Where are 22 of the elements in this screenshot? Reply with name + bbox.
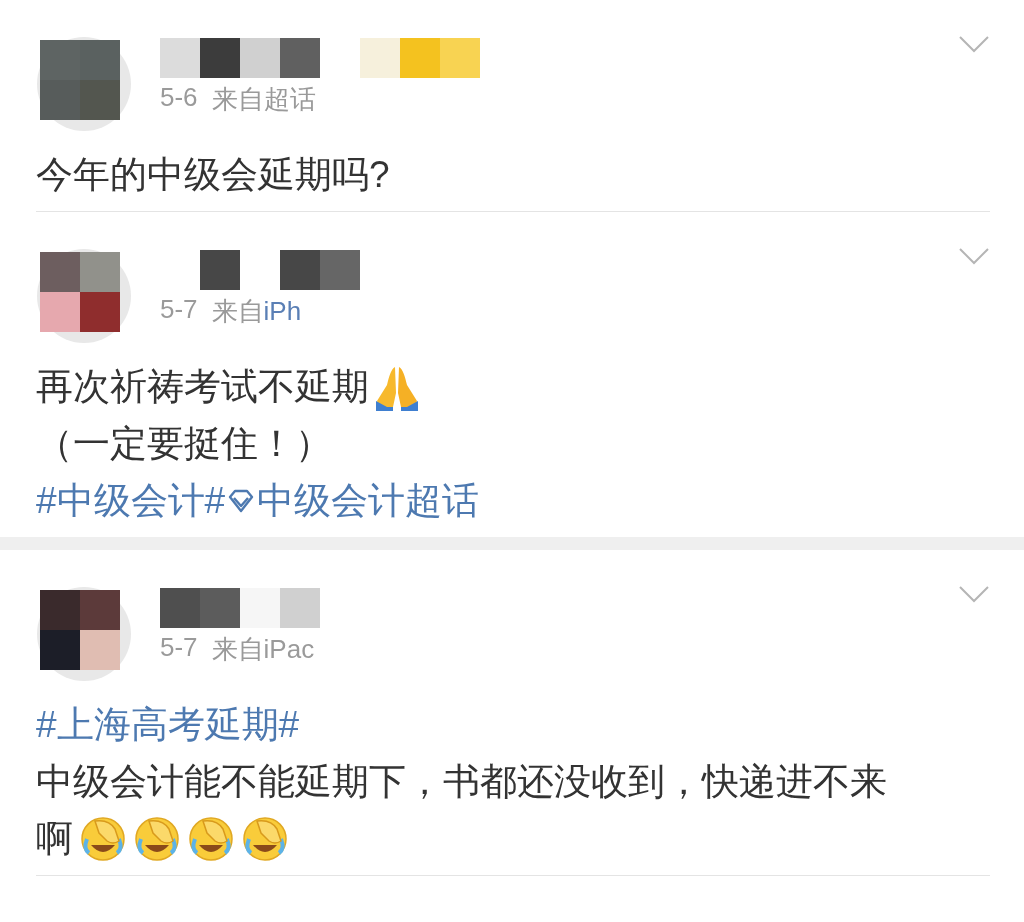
post-text: 中级会计能不能延期下，书都还没收到，快递进不来 [36,760,887,804]
post-source: 来自iPh [211,295,302,328]
hashtag-link[interactable]: #中级会计# [36,472,226,529]
laughing-face-icon [79,814,127,863]
laughing-face-icon [133,814,181,863]
post-text: 今年的中级会延期吗? [36,153,390,197]
post-text: （一定要挺住！） [36,422,332,466]
post-source: 来自超话 [211,83,316,116]
post-text: 啊 [36,817,73,861]
post-date: 5-7 [160,632,198,664]
laughing-face-icon [241,814,289,863]
diamond-icon [227,487,256,514]
chevron-down-icon[interactable] [958,246,990,266]
post-date: 5-6 [160,82,198,114]
post-date: 5-7 [160,294,198,326]
super-topic-link[interactable]: 中级会计超话 [225,472,480,529]
post-source: 来自iPac [211,633,315,666]
hashtag-link[interactable]: #上海高考延期# [36,696,300,753]
chevron-down-icon[interactable] [958,584,990,604]
post-text: 再次祈祷考试不延期 [36,365,369,409]
chevron-down-icon[interactable] [958,34,990,54]
laughing-face-icon [187,814,235,863]
